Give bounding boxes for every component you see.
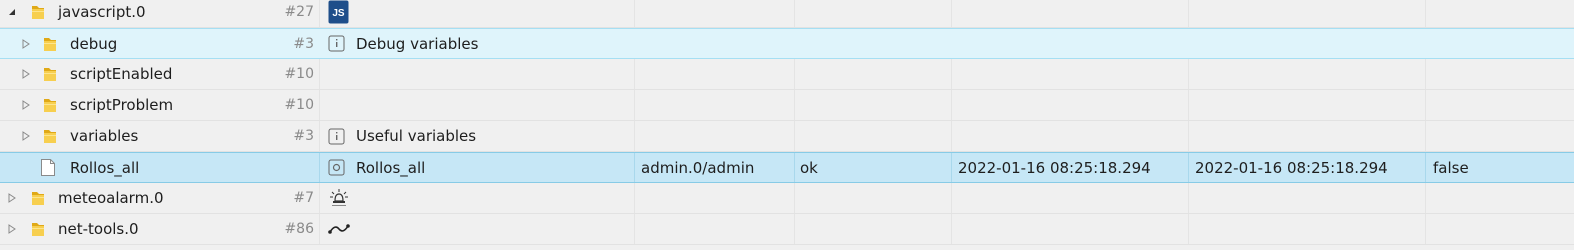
tree-row-rollos-all[interactable]: Rollos_all Rollos_all admin.0/admin ok 2… (0, 152, 1574, 183)
child-count: #86 (284, 221, 314, 237)
info-state-icon (328, 29, 345, 58)
tree-item-label: scriptEnabled (70, 65, 173, 83)
caret-collapsed-icon[interactable] (20, 29, 32, 58)
caret-collapsed-icon[interactable] (6, 214, 18, 244)
tree-row-meteoalarm-0[interactable]: meteoalarm.0 #7 (0, 183, 1574, 214)
tree-row-debug[interactable]: debug #3 Debug variables (0, 28, 1574, 59)
folder-icon (42, 90, 58, 120)
svg-text:JS: JS (332, 8, 345, 19)
tree-row-scriptproblem[interactable]: scriptProblem #10 (0, 90, 1574, 121)
tree-row-javascript-0[interactable]: javascript.0 #27 JS (0, 0, 1574, 28)
caret-collapsed-icon[interactable] (20, 121, 32, 151)
folder-icon (30, 183, 46, 213)
caret-collapsed-icon[interactable] (20, 90, 32, 120)
description: Useful variables (356, 127, 477, 145)
description: Rollos_all (356, 158, 426, 177)
tree-row-net-tools-0[interactable]: net-tools.0 #86 (0, 214, 1574, 245)
caret-collapsed-icon[interactable] (20, 59, 32, 89)
net-tools-icon (328, 214, 350, 244)
tree-row-variables[interactable]: variables #3 Useful variables (0, 121, 1574, 152)
javascript-adapter-icon: JS (328, 0, 349, 27)
tree-item-label: debug (70, 34, 118, 53)
tree-item-label: variables (70, 127, 139, 145)
folder-icon (42, 121, 58, 151)
status-cell: ok (800, 158, 818, 177)
folder-icon (42, 29, 58, 58)
caret-collapsed-icon[interactable] (6, 183, 18, 213)
tree-item-label: javascript.0 (58, 3, 146, 21)
object-tree: javascript.0 #27 JS debug #3 Debug varia… (0, 0, 1574, 245)
tree-item-label: net-tools.0 (58, 220, 139, 238)
tree-row-scriptenabled[interactable]: scriptEnabled #10 (0, 59, 1574, 90)
tree-item-label: scriptProblem (70, 96, 174, 114)
child-count: #10 (284, 66, 314, 82)
timestamp-cell: 2022-01-16 08:25:18.294 (958, 158, 1151, 177)
child-count: #3 (293, 128, 314, 144)
tree-item-label: meteoalarm.0 (58, 189, 164, 207)
last-change-cell: 2022-01-16 08:25:18.294 (1195, 158, 1388, 177)
state-icon (328, 153, 345, 182)
description: Debug variables (356, 34, 479, 53)
value-cell[interactable]: false (1433, 153, 1469, 182)
folder-icon (42, 59, 58, 89)
child-count: #10 (284, 97, 314, 113)
caret-expanded-icon[interactable] (6, 0, 18, 27)
folder-icon (30, 214, 46, 244)
info-state-icon (328, 121, 345, 151)
tree-item-label: Rollos_all (70, 158, 140, 177)
file-icon (40, 153, 56, 182)
user-cell: admin.0/admin (641, 158, 755, 177)
child-count: #27 (284, 4, 314, 20)
child-count: #7 (293, 190, 314, 206)
child-count: #3 (293, 35, 314, 52)
meteoalarm-icon (328, 183, 350, 213)
folder-icon (30, 0, 46, 27)
